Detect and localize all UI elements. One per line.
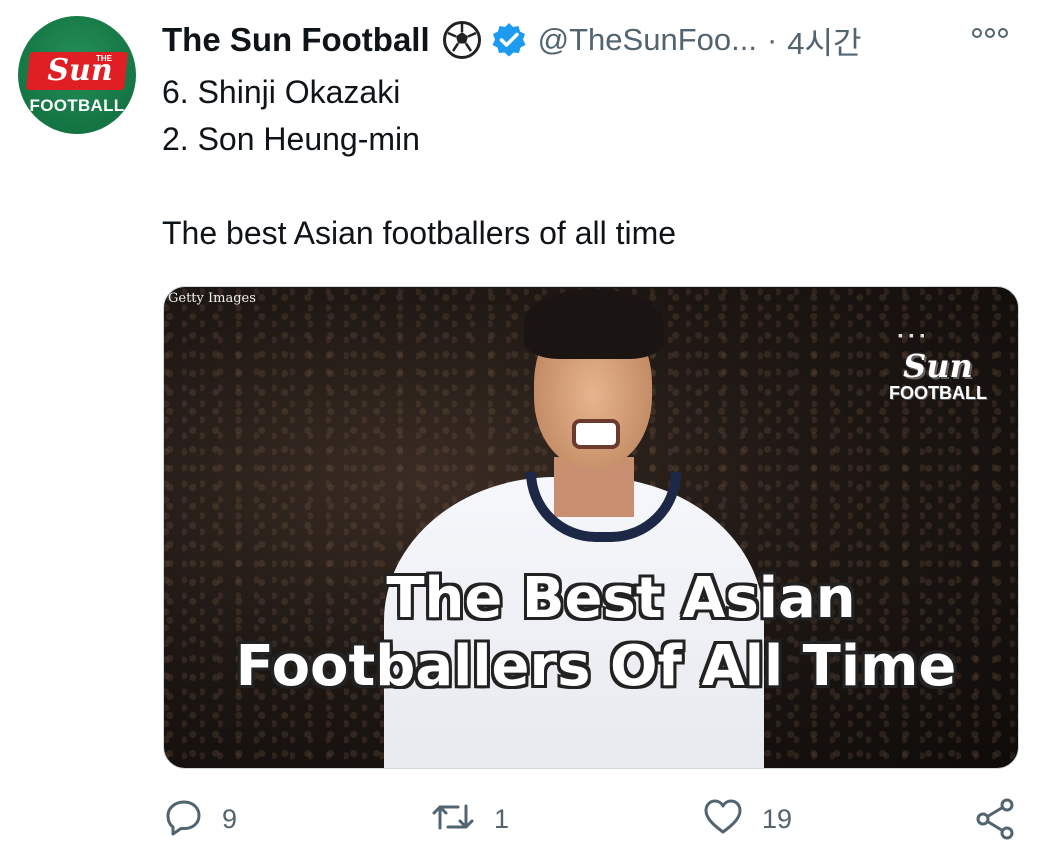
- like-count: 19: [762, 804, 793, 834]
- tweet-timestamp[interactable]: 4시간: [787, 18, 861, 63]
- share-icon: [974, 797, 1018, 846]
- tweet-text-line: 6. Shinji Okazaki: [162, 74, 401, 110]
- reply-button[interactable]: 9: [164, 797, 237, 842]
- tweet-text-line: 2. Son Heung-min: [162, 121, 420, 157]
- watermark-football: FOOTBALL: [889, 383, 987, 403]
- photo-credit: Getty Images: [168, 291, 256, 306]
- reply-icon: [164, 797, 204, 842]
- heart-icon: [702, 797, 744, 842]
- player-mouth: [572, 419, 620, 449]
- tweet-actions: 9 1 19: [0, 797, 1044, 841]
- header-separator: ·: [766, 22, 778, 57]
- soccer-ball-icon: [442, 20, 482, 60]
- verified-badge-icon: [490, 21, 528, 59]
- share-button[interactable]: [974, 797, 1018, 846]
- avatar-logo-sun: Sun: [47, 53, 113, 88]
- avatar-logo-football: FOOTBALL: [29, 96, 125, 115]
- author-handle[interactable]: @TheSunFoo...: [538, 22, 757, 58]
- more-options-icon[interactable]: [972, 28, 1008, 38]
- player-hair: [524, 289, 664, 359]
- watermark-sun: Sun: [903, 347, 973, 385]
- overlay-line-1: The Best Asian: [386, 566, 856, 631]
- reply-count: 9: [222, 804, 238, 834]
- author-name[interactable]: The Sun Football: [162, 21, 430, 59]
- tweet-text-line: The best Asian footballers of all time: [162, 215, 677, 251]
- tweet-header: The Sun Football @TheSunFoo... · 4시간: [162, 18, 862, 62]
- tweet-media-image[interactable]: Getty Images ▪▪▪ Sun FOOTBALL The Best A…: [163, 286, 1019, 769]
- retweet-button[interactable]: 1: [430, 797, 509, 842]
- author-avatar[interactable]: THE Sun FOOTBALL: [18, 16, 136, 134]
- retweet-count: 1: [494, 804, 510, 834]
- sun-football-watermark: ▪▪▪ Sun FOOTBALL: [888, 321, 988, 421]
- like-button[interactable]: 19: [702, 797, 792, 842]
- retweet-icon: [430, 797, 476, 842]
- media-title-overlay: The Best Asian Footballers Of All Time: [164, 565, 1018, 701]
- stadium-lights-icon: ▪▪▪: [898, 327, 931, 343]
- overlay-line-2: Footballers Of All Time: [235, 634, 957, 699]
